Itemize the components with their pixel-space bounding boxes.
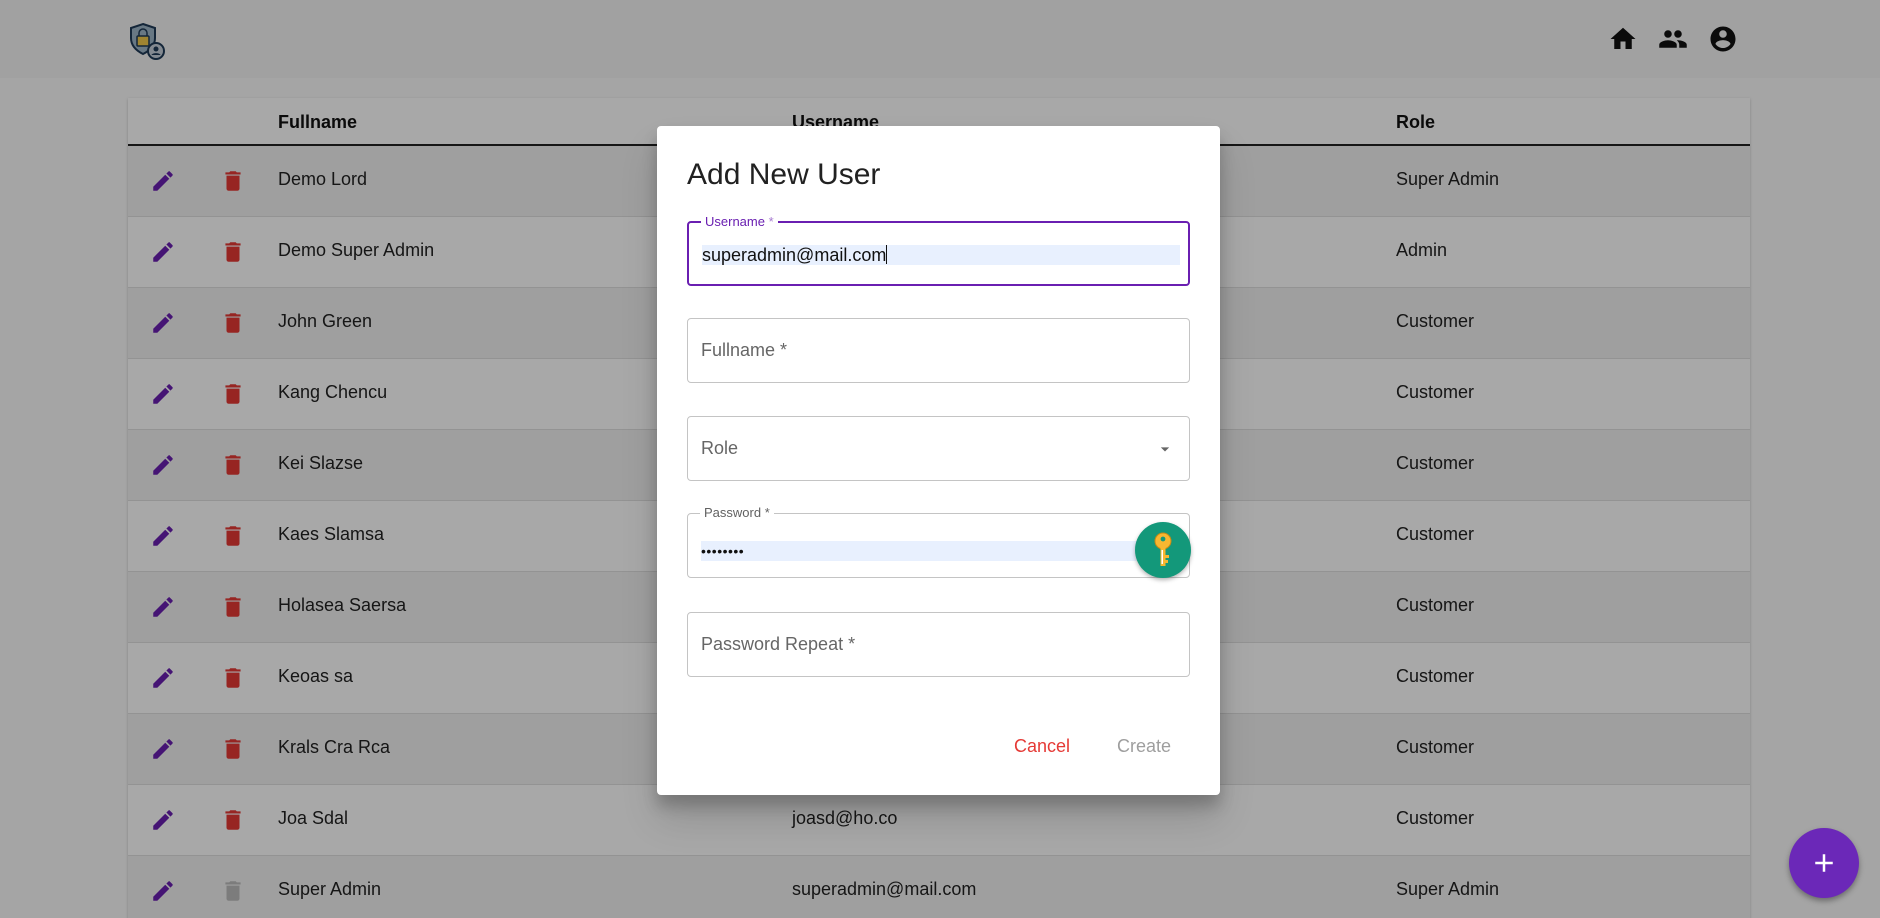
- password-field[interactable]: Password * ••••••••: [687, 505, 1190, 578]
- password-repeat-field[interactable]: Password Repeat *: [687, 612, 1190, 677]
- fullname-field[interactable]: Fullname *: [687, 318, 1190, 383]
- dropdown-arrow-icon[interactable]: [1155, 439, 1175, 459]
- role-placeholder: Role: [701, 438, 739, 458]
- add-user-dialog: Add New User Username * superadmin@mail.…: [657, 126, 1220, 795]
- cancel-button[interactable]: Cancel: [1014, 736, 1070, 757]
- password-repeat-input[interactable]: Password Repeat *: [701, 634, 855, 655]
- password-manager-key-icon[interactable]: [1135, 522, 1191, 578]
- username-field[interactable]: Username * superadmin@mail.com: [687, 214, 1190, 286]
- password-input[interactable]: ••••••••: [701, 541, 1179, 561]
- username-input[interactable]: superadmin@mail.com: [702, 245, 1180, 265]
- role-select[interactable]: Role: [687, 416, 1190, 481]
- text-caret: [886, 245, 888, 264]
- dialog-title: Add New User: [687, 158, 881, 191]
- add-user-button[interactable]: [1789, 828, 1859, 898]
- password-label: Password *: [700, 505, 774, 520]
- username-label: Username *: [701, 214, 778, 229]
- plus-icon: [1815, 854, 1833, 872]
- fullname-input[interactable]: Fullname *: [701, 340, 787, 361]
- create-button[interactable]: Create: [1117, 736, 1171, 757]
